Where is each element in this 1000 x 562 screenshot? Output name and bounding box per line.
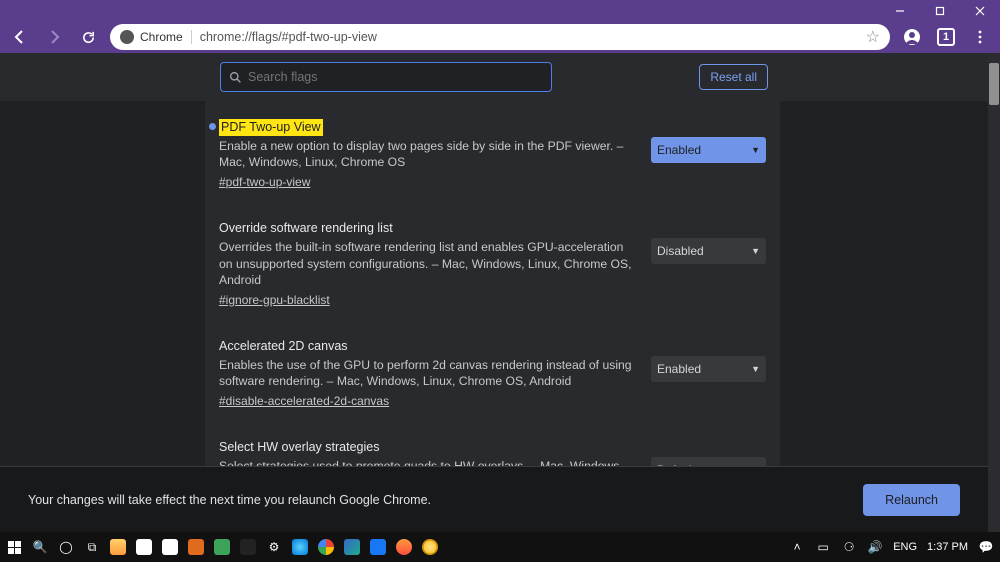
reload-button[interactable] [76,25,100,49]
flag-row: Accelerated 2D canvas Enables the use of … [219,338,766,409]
flag-control: Disabled ▼ [651,220,766,308]
back-button[interactable] [8,25,32,49]
flag-title: Select HW overlay strategies [219,439,379,456]
flag-dropdown-value: Enabled [657,143,701,157]
search-flags-field[interactable] [220,62,552,92]
site-chip[interactable]: Chrome [120,30,192,44]
flag-dropdown-value: Disabled [657,244,704,258]
mail-icon[interactable] [162,539,178,555]
task-view-icon[interactable]: ⧉ [84,539,100,555]
tab-count: 1 [937,28,955,46]
tray-chevron-icon[interactable]: ˄ [789,539,805,555]
minimize-button[interactable] [880,0,920,21]
store-icon[interactable] [136,539,152,555]
page-viewport: Reset all PDF Two-up View Enable a new op… [0,53,1000,532]
edge-icon[interactable] [344,539,360,555]
flag-hash-link[interactable]: #ignore-gpu-blacklist [219,293,330,307]
window-titlebar [0,0,1000,21]
app-icon-3[interactable] [240,539,256,555]
app-icon-1[interactable] [188,539,204,555]
wifi-icon[interactable]: ⚆ [841,539,857,555]
reset-all-button[interactable]: Reset all [699,64,768,90]
flag-text: PDF Two-up View Enable a new option to di… [219,119,633,190]
flag-dropdown[interactable]: Enabled ▼ [651,137,766,163]
volume-icon[interactable]: 🔊 [867,539,883,555]
windows-taskbar: 🔍 ◯ ⧉ ⚙ ˄ ▭ ⚆ 🔊 ENG 1:37 PM 💬 [0,532,1000,562]
file-explorer-icon[interactable] [110,539,126,555]
language-indicator[interactable]: ENG [893,541,917,553]
maximize-button[interactable] [920,0,960,21]
facebook-icon[interactable] [370,539,386,555]
tabs-button[interactable]: 1 [934,25,958,49]
site-chip-label: Chrome [140,30,183,44]
chrome-canary-icon[interactable] [422,539,438,555]
chevron-down-icon: ▼ [751,246,760,256]
flag-title: Accelerated 2D canvas [219,338,348,355]
flag-text: Override software rendering list Override… [219,220,633,308]
flag-title: Override software rendering list [219,220,393,237]
vertical-scrollbar[interactable] [988,53,1000,532]
flag-row: PDF Two-up View Enable a new option to di… [219,119,766,190]
chevron-down-icon: ▼ [751,364,760,374]
chevron-down-icon: ▼ [751,145,760,155]
relaunch-button[interactable]: Relaunch [863,484,960,516]
flag-dropdown-value: Enabled [657,362,701,376]
relaunch-message: Your changes will take effect the next t… [28,493,431,507]
flag-dropdown[interactable]: Enabled ▼ [651,356,766,382]
search-icon [229,71,242,84]
flag-hash-link[interactable]: #disable-accelerated-2d-canvas [219,394,389,408]
flag-row: Override software rendering list Override… [219,220,766,308]
relaunch-bar: Your changes will take effect the next t… [0,466,988,532]
address-bar[interactable]: Chrome chrome://flags/#pdf-two-up-view ☆ [110,24,890,50]
close-button[interactable] [960,0,1000,21]
flag-description: Overrides the built-in software renderin… [219,239,633,288]
flags-topbar: Reset all [0,53,1000,101]
profile-icon[interactable] [900,25,924,49]
flag-title: PDF Two-up View [219,119,323,136]
search-input[interactable] [248,70,543,84]
flag-control: Enabled ▼ [651,338,766,409]
flag-hash-link[interactable]: #pdf-two-up-view [219,175,310,189]
flag-text: Accelerated 2D canvas Enables the use of … [219,338,633,409]
forward-button[interactable] [42,25,66,49]
edge-legacy-icon[interactable] [292,539,308,555]
battery-icon[interactable]: ▭ [815,539,831,555]
chrome-taskbar-icon[interactable] [318,539,334,555]
app-icon-2[interactable] [214,539,230,555]
flag-control: Enabled ▼ [651,119,766,190]
clock[interactable]: 1:37 PM [927,541,968,553]
scrollbar-thumb[interactable] [989,63,999,105]
url-text: chrome://flags/#pdf-two-up-view [200,30,858,44]
flag-description: Enable a new option to display two pages… [219,138,633,171]
bookmark-star-icon[interactable]: ☆ [866,27,880,47]
notifications-icon[interactable]: 💬 [978,539,994,555]
firefox-icon[interactable] [396,539,412,555]
settings-taskbar-icon[interactable]: ⚙ [266,539,282,555]
browser-toolbar: Chrome chrome://flags/#pdf-two-up-view ☆… [0,21,1000,53]
search-taskbar-icon[interactable]: 🔍 [32,539,48,555]
flag-description: Enables the use of the GPU to perform 2d… [219,357,633,390]
changed-indicator-dot [209,123,216,130]
flag-dropdown[interactable]: Disabled ▼ [651,238,766,264]
cortana-icon[interactable]: ◯ [58,539,74,555]
chrome-icon [120,30,134,44]
start-button[interactable] [6,539,22,555]
menu-button[interactable] [968,25,992,49]
